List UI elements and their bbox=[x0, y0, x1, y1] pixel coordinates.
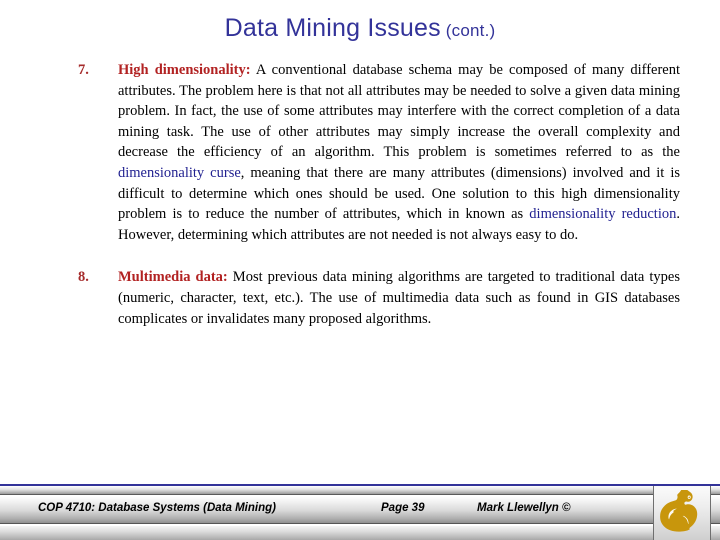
list-item-lead: High dimensionality: bbox=[118, 62, 251, 78]
footer-divider-right bbox=[710, 486, 711, 540]
list-item-text: Multimedia data: Most previous data mini… bbox=[118, 267, 680, 329]
ucf-pegasus-logo bbox=[660, 490, 698, 532]
list-item-term-2: dimensionality reduction bbox=[529, 206, 677, 223]
footer-page-number: Page 39 bbox=[381, 502, 425, 514]
page-title-main: Data Mining Issues bbox=[224, 14, 441, 42]
list-item-term-1: dimensionality curse bbox=[118, 164, 241, 181]
list-item-number: 8. bbox=[78, 269, 89, 286]
footer-author-label: Mark Llewellyn © bbox=[477, 502, 571, 514]
list-item-number: 7. bbox=[78, 62, 89, 78]
title-block: Data Mining Issues (cont.) bbox=[0, 16, 720, 41]
page-title: Data Mining Issues (cont.) bbox=[0, 16, 720, 41]
slide-canvas: Data Mining Issues (cont.) 7. High dimen… bbox=[0, 0, 720, 540]
page-title-suffix: (cont.) bbox=[441, 21, 496, 40]
list-item: 8. Multimedia data: Most previous data m… bbox=[60, 267, 680, 329]
logo-panel bbox=[654, 486, 710, 540]
footer-strip-top bbox=[0, 486, 720, 495]
page-title-suffix-text: (cont.) bbox=[445, 21, 496, 40]
footer-course-label: COP 4710: Database Systems (Data Mining) bbox=[38, 502, 276, 514]
footer-strip-bottom bbox=[0, 525, 720, 540]
list-item-text: High dimensionality: A conventional data… bbox=[118, 60, 680, 245]
content-list: 7. High dimensionality: A conventional d… bbox=[60, 60, 680, 351]
list-item-lead: Multimedia data: bbox=[118, 269, 228, 286]
slide-footer: COP 4710: Database Systems (Data Mining)… bbox=[0, 484, 720, 540]
list-item: 7. High dimensionality: A conventional d… bbox=[60, 60, 680, 245]
